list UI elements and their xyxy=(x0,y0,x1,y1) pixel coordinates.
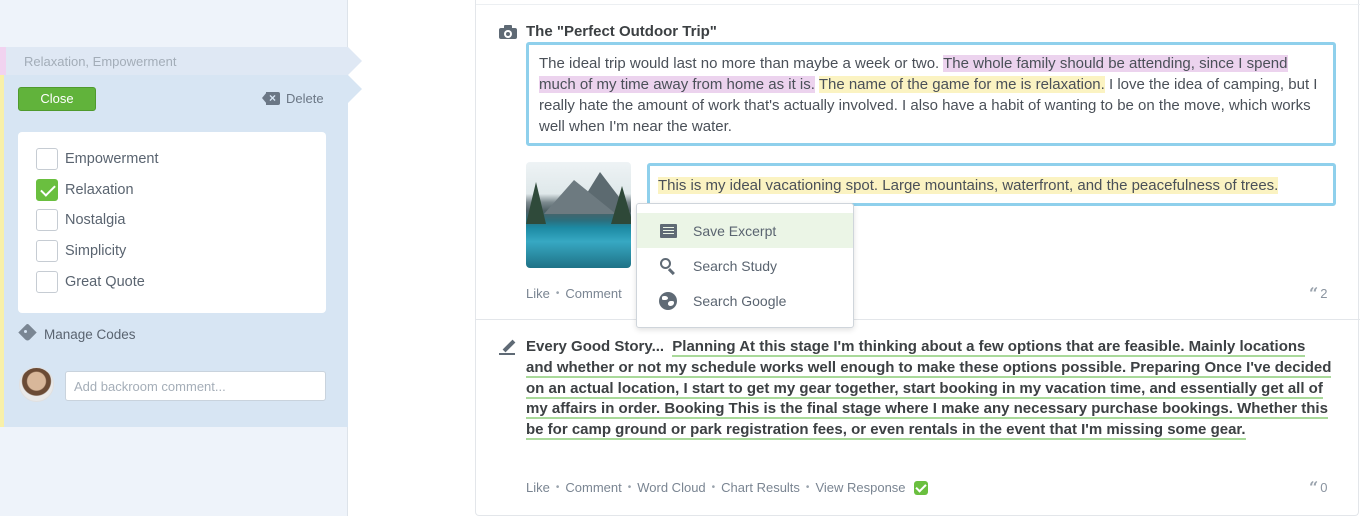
post-actions: Like • Comment xyxy=(526,286,622,301)
excerpt-count[interactable]: “ 0 xyxy=(1309,478,1328,497)
story-response[interactable]: Every Good Story... Planning At this sta… xyxy=(526,337,1336,441)
close-button[interactable]: Close xyxy=(18,87,96,111)
response-text: The ideal trip would last no more than m… xyxy=(539,55,944,72)
code-color-marker xyxy=(0,47,6,75)
divider xyxy=(476,4,1360,5)
comment-link[interactable]: Comment xyxy=(565,480,621,495)
backroom-comment-input[interactable] xyxy=(65,371,326,401)
menu-item-label: Search Study xyxy=(693,257,778,274)
excerpt-count[interactable]: “ 2 xyxy=(1309,284,1328,303)
quote-icon: “ xyxy=(1309,284,1318,303)
globe-icon xyxy=(659,291,677,310)
code-label: Empowerment xyxy=(65,151,159,167)
code-editor-pointer xyxy=(348,75,362,103)
quote-icon: “ xyxy=(1309,478,1318,497)
like-link[interactable]: Like xyxy=(526,286,550,301)
delete-button[interactable]: × Delete xyxy=(262,88,324,108)
selected-codes-pointer xyxy=(348,47,362,75)
code-checkbox[interactable] xyxy=(36,209,58,232)
image-caption-selection[interactable]: This is my ideal vacationing spot. Large… xyxy=(647,163,1336,206)
code-color-marker-active xyxy=(0,75,4,427)
like-link[interactable]: Like xyxy=(526,480,550,495)
selected-codes-label: Relaxation, Empowerment xyxy=(24,54,177,69)
code-label: Relaxation xyxy=(65,181,134,198)
selection-context-menu: Save Excerpt Search Study Search Google xyxy=(636,203,854,328)
code-checkbox[interactable] xyxy=(36,270,58,293)
post-title: Every Good Story... xyxy=(526,338,665,355)
code-checkbox-checked[interactable] xyxy=(36,178,58,201)
delete-label: Delete xyxy=(286,90,324,106)
highlight-relaxation[interactable]: The name of the game for me is relaxatio… xyxy=(818,76,1105,93)
response-photo[interactable] xyxy=(526,162,631,268)
code-checkbox[interactable] xyxy=(36,148,58,170)
manage-codes-label: Manage Codes xyxy=(44,326,136,342)
post-actions: Like • Comment • Word Cloud • Chart Resu… xyxy=(526,480,928,495)
coding-sidebar: Relaxation, Empowerment Close × Delete E… xyxy=(0,0,362,516)
word-cloud-link[interactable]: Word Cloud xyxy=(637,480,705,495)
code-item-relaxation[interactable]: Relaxation xyxy=(36,178,326,201)
manage-codes-link[interactable]: Manage Codes xyxy=(18,323,136,343)
menu-item-save-excerpt[interactable]: Save Excerpt xyxy=(637,213,853,248)
code-label: Great Quote xyxy=(65,273,145,290)
post-title-row: The "Perfect Outdoor Trip" xyxy=(499,23,717,40)
search-icon xyxy=(659,257,677,275)
response-text-selection[interactable]: The ideal trip would last no more than m… xyxy=(526,42,1336,146)
code-item-simplicity[interactable]: Simplicity xyxy=(36,240,326,263)
chart-results-link[interactable]: Chart Results xyxy=(721,480,800,495)
code-item-great-quote[interactable]: Great Quote xyxy=(36,270,326,293)
code-label: Nostalgia xyxy=(65,212,126,229)
excerpt-count-value: 2 xyxy=(1320,286,1328,301)
avatar xyxy=(19,367,54,402)
code-item-nostalgia[interactable]: Nostalgia xyxy=(36,209,326,232)
response-feed: The "Perfect Outdoor Trip" The ideal tri… xyxy=(475,0,1360,516)
selected-codes-row[interactable]: Relaxation, Empowerment xyxy=(0,47,362,75)
view-response-link[interactable]: View Response xyxy=(815,480,905,495)
menu-item-label: Search Google xyxy=(693,292,787,309)
menu-item-search-google[interactable]: Search Google xyxy=(637,283,853,318)
tag-icon xyxy=(18,323,38,343)
code-label: Simplicity xyxy=(65,243,127,260)
code-item-empowerment[interactable]: Empowerment xyxy=(36,148,326,170)
code-list: Empowerment Relaxation Nostalgia Simplic… xyxy=(18,132,326,313)
excerpt-count-value: 0 xyxy=(1320,480,1328,495)
check-icon xyxy=(913,480,928,495)
menu-item-search-study[interactable]: Search Study xyxy=(637,248,853,283)
delete-tag-icon: × xyxy=(262,91,280,105)
image-caption[interactable]: This is my ideal vacationing spot. Large… xyxy=(658,177,1279,194)
menu-item-label: Save Excerpt xyxy=(693,222,777,239)
excerpt-icon xyxy=(659,222,677,240)
code-checkbox[interactable] xyxy=(36,240,58,263)
post-title: The "Perfect Outdoor Trip" xyxy=(526,23,717,40)
code-editor-panel: Close × Delete Empowerment Relaxation No… xyxy=(0,75,362,427)
divider xyxy=(476,319,1360,320)
pencil-icon xyxy=(499,338,517,355)
comment-link[interactable]: Comment xyxy=(565,286,621,301)
camera-icon xyxy=(499,24,517,39)
app-root: Relaxation, Empowerment Close × Delete E… xyxy=(0,0,1360,516)
